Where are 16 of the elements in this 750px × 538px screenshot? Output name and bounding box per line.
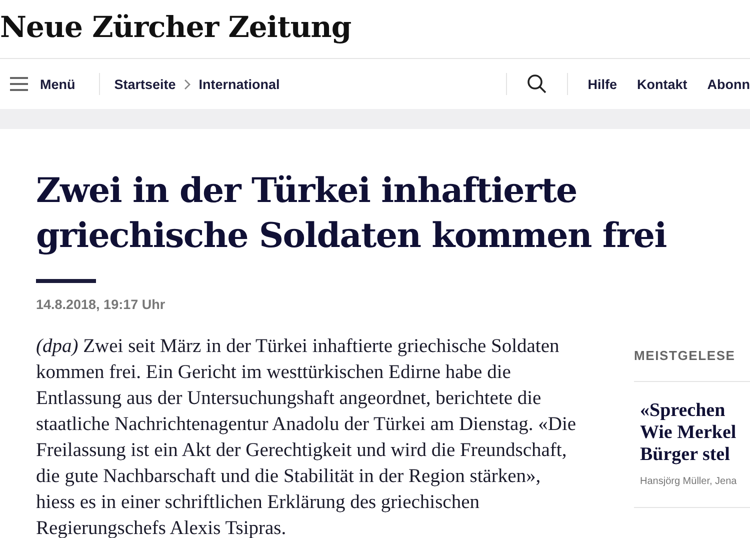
publish-date: 14.8.2018, 19:17 Uhr (36, 297, 166, 312)
section-heading: MEISTGELESE (634, 348, 750, 382)
breadcrumb-link[interactable]: International (192, 76, 286, 92)
byline: Hansjörg Müller, Jena (640, 476, 738, 487)
search-icon[interactable] (526, 74, 547, 94)
menu-icon (10, 77, 28, 91)
article-title: Zwei in der Türkei inhaftierte griechische Soldaten kommen frei (36, 170, 668, 258)
nav-link[interactable]: Kontakt (617, 76, 688, 92)
newspaper-logo[interactable]: Neue Zürcher Zeitung (0, 10, 352, 48)
menu-button[interactable]: Menü (0, 76, 100, 92)
article-body: (dpa) Zwei seit März in der Türkei inhaftierte griechische Soldaten kommen frei. Ein Gericht im westtürkischen Edirne habe die Entlassung aus der Untersuchungshaft angeordnet, berichtete die staatliche Nachrichtenagentur Anadolu der Türkei am Dienstag. «Die Freilassung ist ein Akt der Gerechtigkeit und wird die Freundschaft, die gute Nachbarschaft und die Stabilität in der Region stärken», hiess es in einer schriftlichen Erklärung des griechischen Regierungschefs Alexis Tsipras. (36, 335, 578, 538)
breadcrumb-link[interactable]: Startseite (100, 76, 182, 92)
nav-link[interactable]: Abonn (687, 76, 750, 92)
teaser-title[interactable]: «Sprechen Wie Merkel Bürger stel (640, 400, 750, 466)
chevron-icon (184, 78, 191, 90)
nav-link[interactable]: Hilfe (568, 76, 617, 92)
